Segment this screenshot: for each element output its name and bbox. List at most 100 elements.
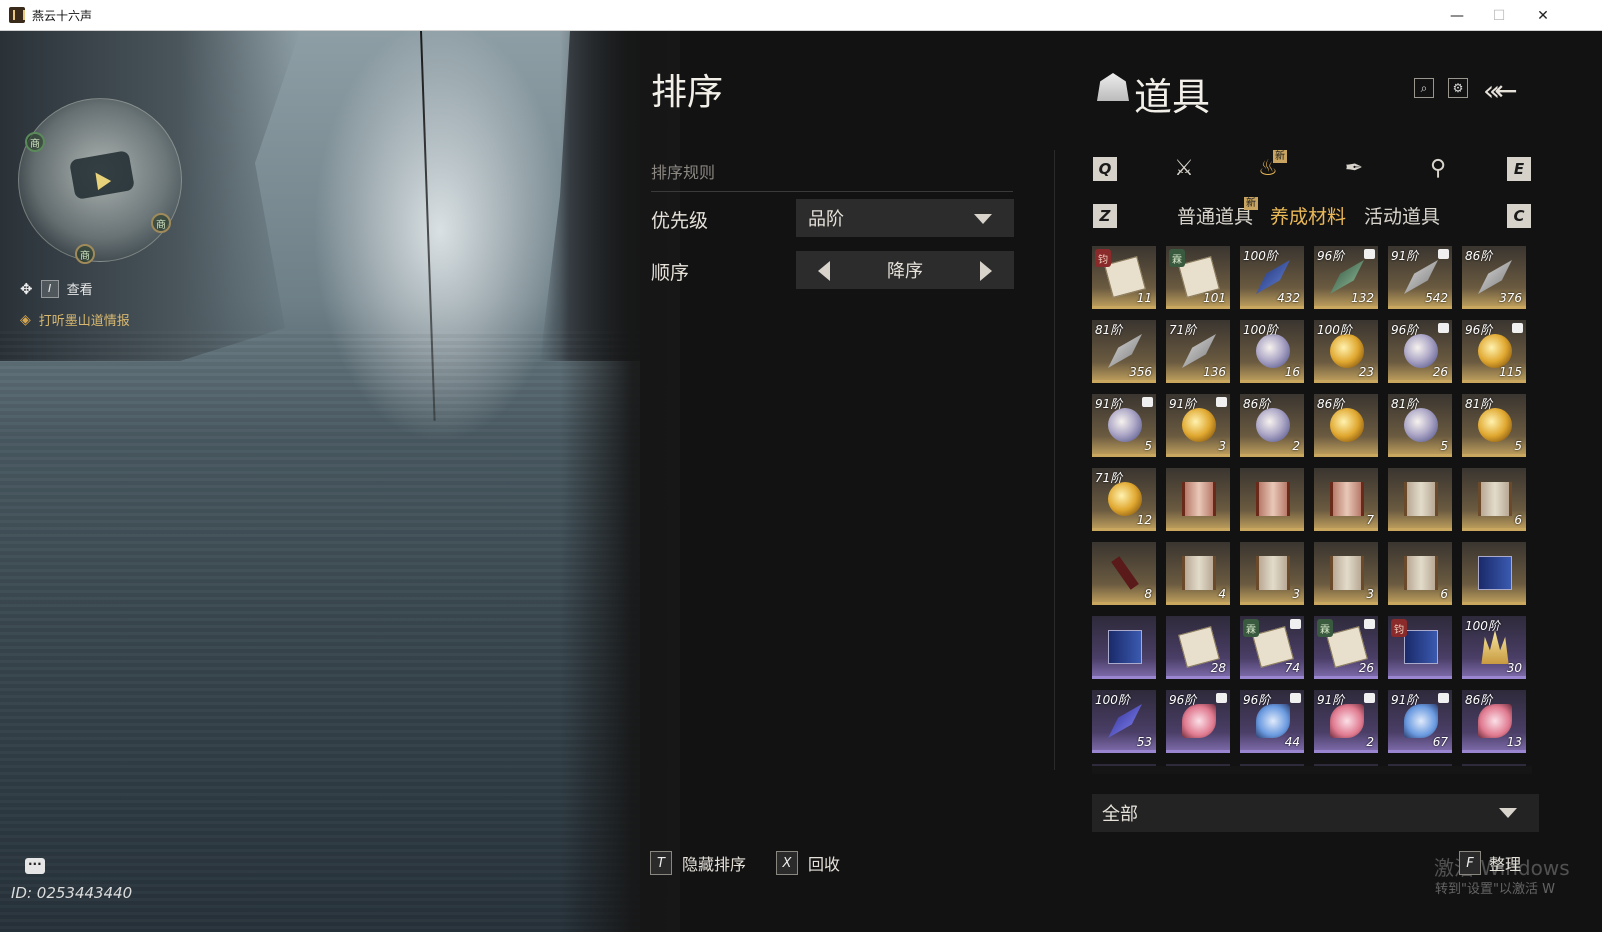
lock-icon (1364, 249, 1375, 259)
hint-view-label: 查看 (66, 283, 93, 298)
category-location-icon[interactable]: ⚲ (1422, 152, 1454, 184)
shell-gold-icon (1478, 334, 1512, 368)
priority-label: 优先级 (651, 210, 709, 232)
item-slot[interactable]: 81阶 356 (1092, 320, 1156, 383)
item-slot[interactable]: 91阶 5 (1092, 394, 1156, 457)
item-slot[interactable]: 86阶 2 (1240, 394, 1304, 457)
chevron-down-icon (974, 214, 992, 224)
item-slot[interactable]: 7 (1314, 468, 1378, 531)
merchant-marker-icon[interactable]: 商 (151, 213, 171, 233)
item-slot[interactable]: 91阶 542 (1388, 246, 1452, 309)
key-q[interactable]: Q (1093, 157, 1117, 181)
item-slot[interactable]: 8 (1092, 542, 1156, 605)
flower-pink-icon (1182, 704, 1216, 738)
item-slot[interactable]: 96阶 26 (1388, 320, 1452, 383)
item-slot[interactable]: 3 (1240, 542, 1304, 605)
quest-hint[interactable]: ◈ 打听墨山道情报 (20, 310, 130, 330)
chat-icon[interactable] (25, 854, 45, 874)
item-quantity: 26 (1432, 365, 1448, 379)
category-scroll-icon[interactable]: ✒ (1338, 152, 1370, 184)
item-slot[interactable]: 钧 11 (1092, 246, 1156, 309)
item-slot[interactable] (1166, 468, 1230, 531)
subtab-growth-materials[interactable]: 养成材料 (1270, 202, 1346, 229)
item-slot[interactable]: 100阶 30 (1462, 616, 1526, 679)
arrow-right-icon[interactable] (980, 261, 992, 281)
stick-icon (1111, 556, 1139, 590)
item-slot[interactable]: 71阶 136 (1166, 320, 1230, 383)
item-slot[interactable]: 86阶 (1314, 394, 1378, 457)
item-slot[interactable]: 91阶 2 (1314, 690, 1378, 753)
item-slot[interactable]: 91阶 3 (1166, 394, 1230, 457)
recycle-button[interactable]: X 回收 (776, 851, 840, 875)
move-icon: ✥ (20, 279, 33, 298)
order-stepper[interactable]: 降序 (796, 251, 1014, 289)
maximize-button[interactable]: ☐ (1476, 0, 1522, 31)
item-tier: 81阶 (1095, 323, 1123, 337)
close-button[interactable]: ✕ (1520, 0, 1566, 31)
item-slot[interactable]: 100阶 53 (1092, 690, 1156, 753)
item-slot[interactable]: 86阶 13 (1462, 690, 1526, 753)
item-slot[interactable]: 100阶 16 (1240, 320, 1304, 383)
key-f: F (1459, 851, 1481, 875)
item-slot[interactable]: 3 (1314, 542, 1378, 605)
item-slot[interactable]: 86阶 376 (1462, 246, 1526, 309)
item-slot[interactable]: 霖 101 (1166, 246, 1230, 309)
item-slot[interactable]: 71阶 12 (1092, 468, 1156, 531)
feather-icon (1256, 260, 1290, 294)
item-slot[interactable]: 96阶 132 (1314, 246, 1378, 309)
hide-sort-button[interactable]: T 隐藏排序 (650, 851, 746, 875)
item-slot[interactable] (1388, 468, 1452, 531)
item-tier: 96阶 (1465, 323, 1493, 337)
item-slot[interactable]: 6 (1462, 468, 1526, 531)
app-icon (9, 7, 25, 23)
item-slot[interactable]: 钧 (1388, 616, 1452, 679)
item-quantity: 356 (1129, 365, 1152, 379)
item-slot[interactable] (1240, 468, 1304, 531)
item-slot[interactable]: 100阶 23 (1314, 320, 1378, 383)
priority-dropdown[interactable]: 品阶 (796, 199, 1014, 237)
item-slot[interactable] (1462, 542, 1526, 605)
back-icon[interactable]: «← (1483, 74, 1518, 107)
category-weapon-icon[interactable]: ⚔ (1168, 152, 1200, 184)
minimize-button[interactable]: — (1434, 0, 1480, 31)
item-slot[interactable]: 81阶 5 (1462, 394, 1526, 457)
item-slot[interactable]: 91阶 67 (1388, 690, 1452, 753)
item-slot[interactable]: 96阶 115 (1462, 320, 1526, 383)
key-z[interactable]: Z (1093, 204, 1117, 228)
arrange-button[interactable]: F 整理 (1459, 851, 1521, 875)
item-tier: 86阶 (1243, 397, 1271, 411)
shell-gold-icon (1330, 334, 1364, 368)
item-slot[interactable]: 4 (1166, 542, 1230, 605)
filter-value: 全部 (1102, 804, 1138, 825)
item-slot[interactable]: 81阶 5 (1388, 394, 1452, 457)
merchant-marker-icon[interactable]: 商 (25, 132, 45, 152)
item-slot[interactable]: 28 (1166, 616, 1230, 679)
item-quantity: 542 (1425, 291, 1448, 305)
item-quantity: 13 (1506, 735, 1522, 749)
item-tier: 86阶 (1465, 249, 1493, 263)
arrow-left-icon[interactable] (818, 261, 830, 281)
item-slot[interactable]: 6 (1388, 542, 1452, 605)
item-tier: 86阶 (1317, 397, 1345, 411)
item-slot[interactable] (1092, 616, 1156, 679)
merchant-marker-icon[interactable]: 商 (75, 244, 95, 264)
lock-icon (1216, 693, 1227, 703)
item-slot[interactable]: 霖 26 (1314, 616, 1378, 679)
shell-gold-icon (1108, 482, 1142, 516)
subtab-normal-items[interactable]: 普通道具 (1177, 202, 1253, 229)
item-quantity: 3 (1218, 439, 1226, 453)
item-slot[interactable]: 100阶 432 (1240, 246, 1304, 309)
feather-green-icon (1330, 260, 1364, 294)
hint-view[interactable]: ✥ I 查看 (20, 279, 93, 298)
item-quantity: 44 (1284, 735, 1300, 749)
item-slot[interactable]: 霖 74 (1240, 616, 1304, 679)
gear-icon[interactable]: ⚙ (1448, 78, 1468, 98)
key-e[interactable]: E (1507, 157, 1531, 181)
subtab-event-items[interactable]: 活动道具 (1364, 202, 1440, 229)
item-slot[interactable]: 96阶 44 (1240, 690, 1304, 753)
search-icon[interactable]: ⌕ (1414, 78, 1434, 98)
item-slot[interactable]: 96阶 (1166, 690, 1230, 753)
new-badge: 新 (1273, 150, 1287, 163)
key-c[interactable]: C (1507, 204, 1531, 228)
filter-dropdown[interactable]: 全部 (1092, 794, 1539, 832)
